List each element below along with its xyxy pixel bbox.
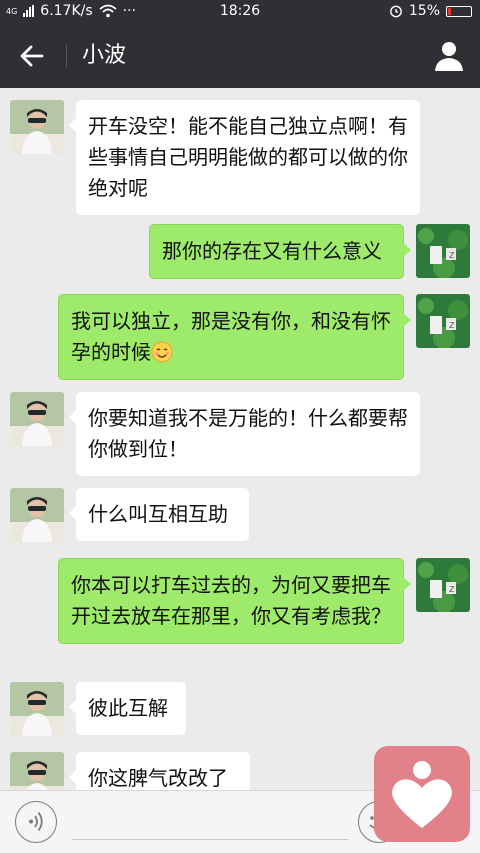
message-bubble[interactable]: 你这脾气改改了 [69,752,250,790]
contact-avatar[interactable] [10,682,64,736]
heart-app-icon[interactable] [374,746,470,842]
battery-icon [446,5,472,17]
message-bubble[interactable]: 我可以独立，那是没有你，和没有怀孕的时候 [58,294,411,380]
voice-icon [29,811,43,832]
message-text: 那你的存在又有什么意义 [162,239,382,263]
message-text: 你本可以打车过去的，为何又要把车开过去放车在那里，你又有考虑我？ [71,573,391,628]
message-input[interactable] [72,839,348,840]
message-text: 我可以独立，那是没有你，和没有怀孕的时候 [71,309,391,364]
battery-percent: 15% [408,3,440,19]
message-list[interactable]: 开车没空！能不能自己独立点啊！有些事情自己明明能做的都可以做的你绝对呢 那你的存… [0,88,480,790]
contact-avatar[interactable] [10,752,64,790]
svg-text:Z: Z [449,585,455,594]
back-arrow-icon[interactable] [16,40,48,72]
contact-avatar[interactable] [10,392,64,446]
chat-header: 小波 [0,24,480,88]
message-text: 彼此互解 [88,696,168,720]
contact-avatar[interactable] [10,488,64,542]
header-divider [66,44,67,68]
status-bar: 4G 6.17K/s ··· 18:26 15% [0,0,480,24]
message-bubble[interactable]: 什么叫互相互助 [69,488,249,541]
svg-text:Z: Z [449,321,455,330]
svg-text:Z: Z [449,251,455,260]
self-avatar[interactable]: Z [416,558,470,612]
voice-button[interactable] [15,801,57,843]
message-text: 你这脾气改改了 [88,766,228,790]
message-bubble[interactable]: 那你的存在又有什么意义 [149,224,411,279]
message-text: 开车没空！能不能自己独立点啊！有些事情自己明明能做的都可以做的你绝对呢 [88,114,408,200]
alarm-icon [389,5,402,18]
message-bubble[interactable]: 你本可以打车过去的，为何又要把车开过去放车在那里，你又有考虑我？ [58,558,411,644]
message-text: 你要知道我不是万能的！什么都要帮你做到位！ [88,406,408,461]
person-icon[interactable] [432,39,466,73]
self-avatar[interactable]: Z [416,224,470,278]
chat-title: 小波 [82,43,127,68]
self-avatar[interactable]: Z [416,294,470,348]
message-bubble[interactable]: 你要知道我不是万能的！什么都要帮你做到位！ [69,392,420,476]
contact-avatar[interactable] [10,100,64,154]
message-bubble[interactable]: 开车没空！能不能自己独立点啊！有些事情自己明明能做的都可以做的你绝对呢 [69,100,420,215]
smile-emoji-icon [151,341,173,363]
message-bubble[interactable]: 彼此互解 [69,682,186,735]
message-text: 什么叫互相互助 [88,502,228,526]
